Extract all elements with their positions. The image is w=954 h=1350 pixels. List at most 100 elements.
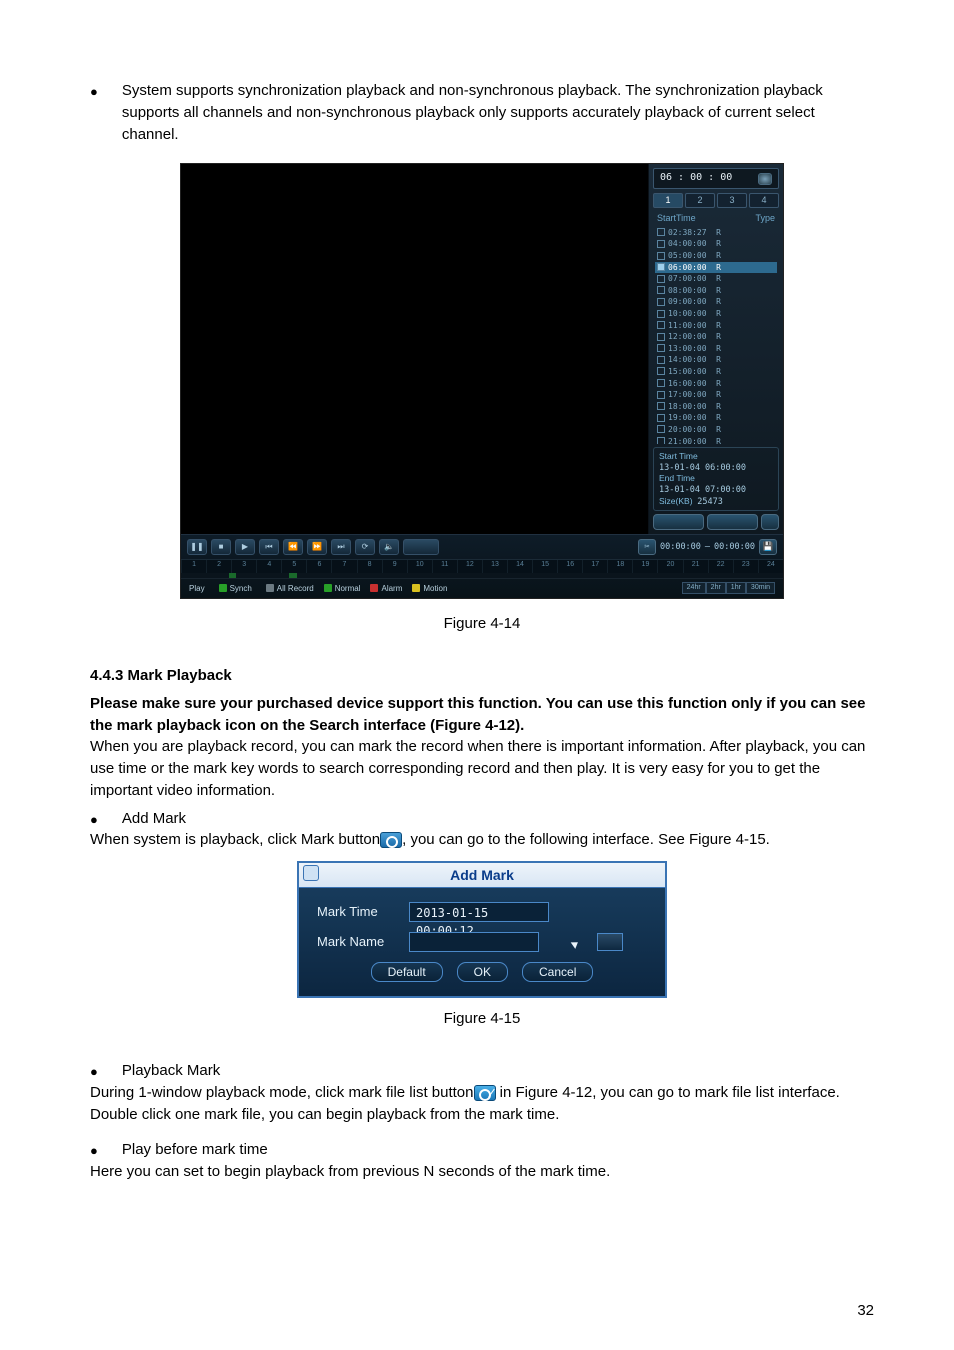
ruler-tick: 3 xyxy=(231,560,256,573)
legend-item: All Record xyxy=(266,584,314,593)
vol-button[interactable]: 🔈 xyxy=(379,539,399,555)
playback-screenshot: 06 : 00 : 00 1234 StartTime Type 02:38:2… xyxy=(180,163,784,599)
ruler-tick: 16 xyxy=(557,560,582,573)
scissors-icon[interactable]: ✂ xyxy=(638,539,656,555)
side-button-1[interactable] xyxy=(653,514,704,530)
add-mark-text-a: When system is playback, click Mark butt… xyxy=(90,831,380,848)
file-row[interactable]: 11:00:00 R xyxy=(655,320,777,332)
time-ruler[interactable]: 123456789101112131415161718192021222324 xyxy=(181,559,783,573)
dialog-buttons: Default OK Cancel xyxy=(317,962,647,982)
file-row[interactable]: 07:00:00 R xyxy=(655,273,777,285)
next-frame-button[interactable]: ⏭ xyxy=(331,539,351,555)
legend-item: Motion xyxy=(412,584,447,593)
size-value: 25473 xyxy=(697,497,723,507)
zoom-pill[interactable]: 24hr xyxy=(682,582,706,594)
ruler-tick: 21 xyxy=(683,560,708,573)
legends: All RecordNormalAlarmMotion xyxy=(266,583,458,595)
stop-button[interactable]: ■ xyxy=(211,539,231,555)
mark-file-list-icon xyxy=(474,1085,496,1101)
ruler-tick: 6 xyxy=(306,560,331,573)
zoom-pill[interactable]: 2hr xyxy=(706,582,726,594)
figure-4-14-caption: Figure 4-14 xyxy=(90,613,874,635)
fast-button[interactable]: ⏩ xyxy=(307,539,327,555)
file-row[interactable]: 16:00:00 R xyxy=(655,378,777,390)
side-button-2[interactable] xyxy=(707,514,758,530)
add-mark-text-b: , you can go to the following interface.… xyxy=(402,831,770,848)
play-before-bullet: ● Play before mark time xyxy=(90,1139,874,1161)
play-button[interactable]: ▶ xyxy=(235,539,255,555)
file-row[interactable]: 21:00:00 R xyxy=(655,436,777,445)
play-before-text: Here you can set to begin playback from … xyxy=(90,1161,874,1183)
keyboard-icon[interactable] xyxy=(597,933,623,951)
save-clip-icon[interactable]: 💾 xyxy=(759,539,777,555)
file-row[interactable]: 02:38:27 R xyxy=(655,227,777,239)
bullet-disc: ● xyxy=(90,1063,98,1082)
file-row[interactable]: 13:00:00 R xyxy=(655,343,777,355)
file-row[interactable]: 20:00:00 R xyxy=(655,424,777,436)
clip-from: 00:00:00 xyxy=(660,541,701,553)
file-list-header: StartTime Type xyxy=(653,208,779,227)
prev-frame-button[interactable]: ⏮ xyxy=(259,539,279,555)
ruler-tick: 19 xyxy=(632,560,657,573)
section-heading: 4.4.3 Mark Playback xyxy=(90,665,874,687)
mark-name-field[interactable] xyxy=(409,932,539,952)
mark-time-field[interactable]: 2013-01-15 00:00:12 xyxy=(409,902,549,922)
side-panel: 06 : 00 : 00 1234 StartTime Type 02:38:2… xyxy=(648,164,783,534)
density-bar xyxy=(181,573,783,578)
file-row[interactable]: 17:00:00 R xyxy=(655,389,777,401)
zoom-pill[interactable]: 30min xyxy=(746,582,775,594)
zoom-pill[interactable]: 1hr xyxy=(726,582,746,594)
bullet-disc: ● xyxy=(90,83,98,145)
ruler-tick: 4 xyxy=(256,560,281,573)
vol-slider[interactable] xyxy=(403,539,439,555)
add-mark-text: When system is playback, click Mark butt… xyxy=(90,829,874,851)
ruler-tick: 2 xyxy=(206,560,231,573)
file-row[interactable]: 10:00:00 R xyxy=(655,308,777,320)
file-row[interactable]: 18:00:00 R xyxy=(655,401,777,413)
add-mark-bullet: ● Add Mark xyxy=(90,808,874,830)
channel-tab-4[interactable]: 4 xyxy=(749,193,779,208)
cancel-button[interactable]: Cancel xyxy=(522,962,593,982)
ruler-tick: 20 xyxy=(657,560,682,573)
channel-tab-2[interactable]: 2 xyxy=(685,193,715,208)
dialog-title: Add Mark xyxy=(450,867,514,883)
cursor-icon xyxy=(569,935,579,949)
page-number: 32 xyxy=(857,1300,874,1322)
file-row[interactable]: 15:00:00 R xyxy=(655,366,777,378)
ruler-tick: 22 xyxy=(708,560,733,573)
ruler-tick: 23 xyxy=(733,560,758,573)
file-row[interactable]: 09:00:00 R xyxy=(655,296,777,308)
file-row[interactable]: 06:00:00 R xyxy=(655,262,777,274)
ok-button[interactable]: OK xyxy=(457,962,508,982)
bullet-disc: ● xyxy=(90,811,98,830)
mark-name-row: Mark Name xyxy=(317,932,647,952)
clip-range: ✂ 00:00:00 – 00:00:00 💾 xyxy=(638,539,777,555)
file-row[interactable]: 08:00:00 R xyxy=(655,285,777,297)
pause-button[interactable]: ❚❚ xyxy=(187,539,207,555)
file-list[interactable]: 02:38:27 R04:00:00 R05:00:00 R06:00:00 R… xyxy=(653,227,779,444)
current-time: 06 : 00 : 00 xyxy=(660,171,732,186)
channel-tab-1[interactable]: 1 xyxy=(653,193,683,208)
slow-button[interactable]: ⏪ xyxy=(283,539,303,555)
side-buttons xyxy=(653,514,779,530)
file-row[interactable]: 19:00:00 R xyxy=(655,412,777,424)
play-mode: Play xyxy=(189,583,205,595)
size-label: Size(KB) xyxy=(659,496,693,506)
ruler-tick: 17 xyxy=(582,560,607,573)
file-row[interactable]: 05:00:00 R xyxy=(655,250,777,262)
playback-mark-label: Playback Mark xyxy=(122,1060,220,1082)
file-row[interactable]: 14:00:00 R xyxy=(655,354,777,366)
default-button[interactable]: Default xyxy=(371,962,443,982)
dialog-icon xyxy=(303,865,319,881)
side-button-3[interactable] xyxy=(761,514,779,530)
start-time-label: Start Time xyxy=(659,451,698,461)
file-row[interactable]: 12:00:00 R xyxy=(655,331,777,343)
list-toggle-icon[interactable] xyxy=(758,173,772,185)
file-row[interactable]: 04:00:00 R xyxy=(655,238,777,250)
loop-button[interactable]: ⟳ xyxy=(355,539,375,555)
sync-check[interactable]: Synch xyxy=(219,583,252,595)
ruler-tick: 24 xyxy=(758,560,783,573)
intro-bullet: ● System supports synchronization playba… xyxy=(90,80,874,145)
ruler-tick: 1 xyxy=(181,560,206,573)
channel-tab-3[interactable]: 3 xyxy=(717,193,747,208)
